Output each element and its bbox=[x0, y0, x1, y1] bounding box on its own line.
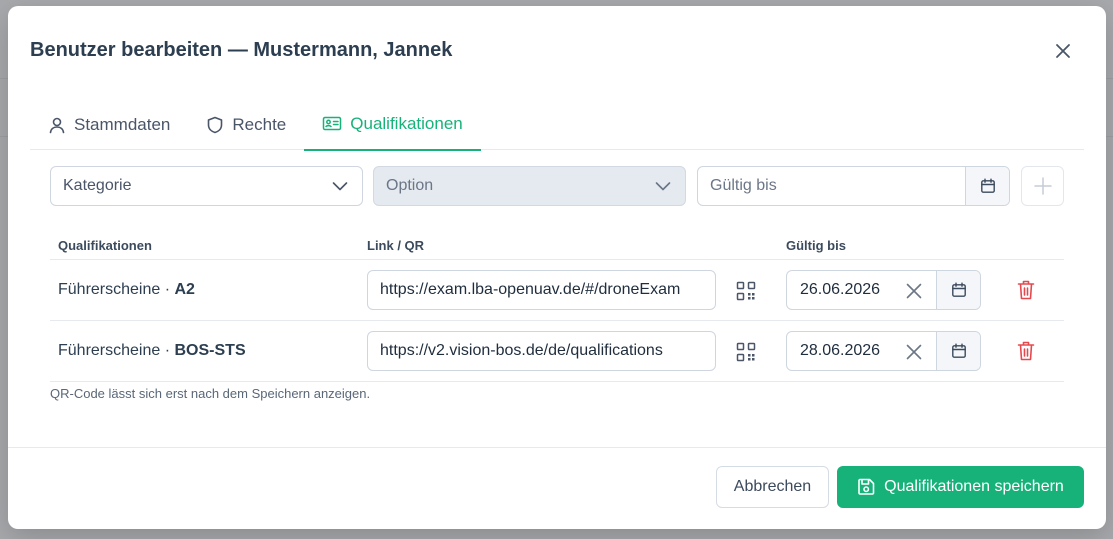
clear-icon[interactable] bbox=[905, 343, 923, 361]
option-select[interactable]: Option bbox=[373, 166, 686, 206]
save-icon bbox=[858, 478, 875, 495]
category-select[interactable]: Kategorie bbox=[50, 166, 363, 206]
tab-label: Qualifikationen bbox=[350, 114, 463, 133]
table-header: Qualifikationen Link / QR Gültig bis bbox=[50, 226, 1064, 260]
user-icon bbox=[49, 117, 65, 133]
category-placeholder: Kategorie bbox=[63, 177, 132, 194]
calendar-button[interactable] bbox=[936, 332, 980, 370]
calendar-button[interactable] bbox=[965, 167, 1009, 205]
column-header-valid-until: Gültig bis bbox=[786, 238, 846, 253]
qualification-name: Führerscheine · BOS-STS bbox=[58, 342, 246, 360]
id-card-icon bbox=[323, 116, 342, 131]
qr-code-icon[interactable] bbox=[736, 342, 756, 362]
cancel-button[interactable]: Abbrechen bbox=[716, 466, 829, 508]
valid-until-field[interactable]: 28.06.2026 bbox=[786, 331, 981, 371]
valid-until-input[interactable]: Gültig bis bbox=[697, 166, 1010, 206]
dialog-footer: Abbrechen Qualifikationen speichern bbox=[8, 447, 1106, 529]
valid-until-placeholder: Gültig bis bbox=[710, 177, 777, 194]
valid-until-value: 26.06.2026 bbox=[800, 281, 881, 298]
qualifications-table: Qualifikationen Link / QR Gültig bis Füh… bbox=[50, 226, 1064, 382]
save-qualifications-button[interactable]: Qualifikationen speichern bbox=[837, 466, 1084, 508]
edit-user-dialog: Benutzer bearbeiten — Mustermann, Jannek… bbox=[8, 6, 1106, 529]
link-input[interactable] bbox=[367, 331, 716, 371]
column-header-link: Link / QR bbox=[367, 238, 425, 253]
delete-icon[interactable] bbox=[1016, 279, 1036, 301]
link-input[interactable] bbox=[367, 270, 716, 310]
tab-stammdaten[interactable]: Stammdaten bbox=[30, 99, 188, 150]
calendar-icon bbox=[980, 178, 995, 193]
tab-label: Stammdaten bbox=[74, 114, 171, 134]
close-button[interactable] bbox=[1052, 40, 1074, 62]
qualification-name: Führerscheine · A2 bbox=[58, 281, 195, 299]
plus-icon bbox=[1033, 177, 1052, 195]
tab-rechte[interactable]: Rechte bbox=[188, 99, 304, 150]
qr-hint-text: QR-Code lässt sich erst nach dem Speiche… bbox=[50, 386, 371, 401]
dialog-header: Benutzer bearbeiten — Mustermann, Jannek bbox=[30, 36, 1084, 66]
column-header-qualifications: Qualifikationen bbox=[58, 238, 152, 253]
tab-qualifikationen[interactable]: Qualifikationen bbox=[304, 99, 481, 151]
delete-icon[interactable] bbox=[1016, 340, 1036, 362]
chevron-down-icon bbox=[332, 182, 348, 191]
tab-label: Rechte bbox=[232, 114, 287, 134]
qualification-category: Führerscheine · bbox=[58, 281, 175, 298]
option-placeholder: Option bbox=[386, 177, 434, 194]
close-icon bbox=[1056, 44, 1070, 58]
qualification-category: Führerscheine · bbox=[58, 342, 175, 359]
dialog-title: Benutzer bearbeiten — Mustermann, Jannek bbox=[30, 39, 453, 61]
qualification-option: A2 bbox=[174, 281, 195, 298]
calendar-icon bbox=[951, 343, 966, 358]
add-qualification-button[interactable] bbox=[1021, 166, 1064, 206]
add-qualification-row: Kategorie Option Gültig bis bbox=[50, 166, 1064, 206]
clear-icon[interactable] bbox=[905, 282, 923, 300]
save-button-label: Qualifikationen speichern bbox=[884, 478, 1064, 495]
table-row: Führerscheine · A2 26.06.2026 bbox=[50, 260, 1064, 321]
chevron-down-icon bbox=[655, 182, 671, 191]
qualification-option: BOS-STS bbox=[174, 342, 246, 359]
calendar-icon bbox=[951, 282, 966, 297]
qr-code-icon[interactable] bbox=[736, 281, 756, 301]
valid-until-value: 28.06.2026 bbox=[800, 342, 881, 359]
tab-bar: Stammdaten Rechte Qualifikationen bbox=[30, 99, 1084, 151]
valid-until-field[interactable]: 26.06.2026 bbox=[786, 270, 981, 310]
table-row: Führerscheine · BOS-STS 28.06.2026 bbox=[50, 321, 1064, 382]
calendar-button[interactable] bbox=[936, 271, 980, 309]
shield-icon bbox=[208, 116, 223, 133]
